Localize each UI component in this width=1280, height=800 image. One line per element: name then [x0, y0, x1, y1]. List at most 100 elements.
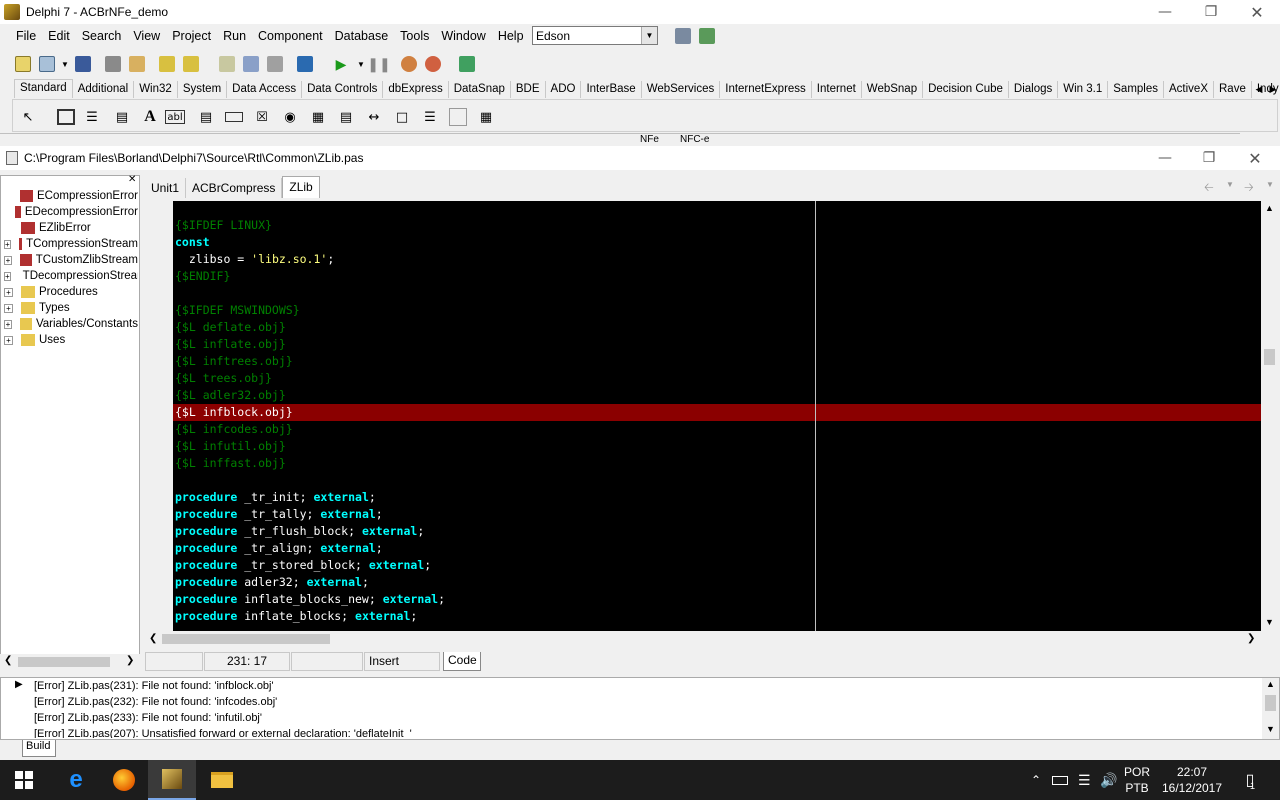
help-contents-icon[interactable]: [456, 53, 478, 75]
palette-tab-samples[interactable]: Samples: [1108, 81, 1164, 98]
nav-back-icon[interactable]: 🡠: [1204, 178, 1214, 199]
scrollbar-icon[interactable]: ↔: [363, 106, 385, 128]
save-all-icon[interactable]: [102, 53, 124, 75]
mainmenu-icon[interactable]: ☰: [81, 106, 103, 128]
palette-tab-bde[interactable]: BDE: [511, 81, 546, 98]
editor-gutter[interactable]: [145, 201, 173, 631]
firefox-icon[interactable]: [100, 760, 148, 800]
menu-database[interactable]: Database: [329, 29, 395, 43]
show-hidden-icons-icon[interactable]: ⌃: [1028, 760, 1044, 800]
tree-item[interactable]: + Types: [0, 300, 138, 316]
radiobutton-icon[interactable]: ◉: [279, 106, 301, 128]
save-icon[interactable]: [72, 53, 94, 75]
code-line[interactable]: const: [173, 234, 1261, 251]
code-line[interactable]: {$L infutil.obj}: [173, 438, 1261, 455]
radiogroup-icon[interactable]: ☰: [419, 106, 441, 128]
volume-icon[interactable]: 🔊: [1100, 760, 1117, 800]
palette-tab-dialogs[interactable]: Dialogs: [1009, 81, 1059, 98]
code-view-tab[interactable]: Code: [443, 652, 481, 671]
palette-tab-decision-cube[interactable]: Decision Cube: [923, 81, 1009, 98]
error-message[interactable]: [Error] ZLib.pas(231): File not found: '…: [34, 678, 274, 694]
build-tab[interactable]: Build: [22, 740, 56, 757]
code-line[interactable]: [173, 285, 1261, 302]
chevron-down-icon[interactable]: ▼: [1266, 180, 1274, 189]
error-highlighted-line[interactable]: {$L infblock.obj}: [173, 404, 1261, 421]
code-line[interactable]: procedure inflate_blocks; external;: [173, 608, 1261, 625]
palette-tab-data-access[interactable]: Data Access: [227, 81, 303, 98]
add-file-icon[interactable]: [156, 53, 178, 75]
combobox-icon[interactable]: ▤: [335, 106, 357, 128]
code-line[interactable]: zlibso = 'libz.so.1';: [173, 251, 1261, 268]
editor-vscroll[interactable]: ▲ ▼: [1261, 201, 1278, 631]
editor-close-icon[interactable]: ✕: [1232, 146, 1278, 170]
minimize-icon[interactable]: —: [1142, 0, 1188, 24]
view-form-icon[interactable]: [240, 53, 262, 75]
code-line[interactable]: procedure _tr_align; external;: [173, 540, 1261, 557]
step-over-icon[interactable]: [422, 53, 444, 75]
menu-edit[interactable]: Edit: [42, 29, 76, 43]
expand-plus-icon[interactable]: +: [4, 287, 13, 297]
menu-help[interactable]: Help: [492, 29, 530, 43]
palette-tab-datasnap[interactable]: DataSnap: [449, 81, 511, 98]
code-area[interactable]: {$IFDEF LINUX} const zlibso = 'libz.so.1'…: [173, 201, 1261, 631]
button-component-icon[interactable]: [223, 106, 245, 128]
code-line[interactable]: procedure inflate_blocks_new; external;: [173, 591, 1261, 608]
label-component-icon[interactable]: A: [139, 106, 161, 128]
palette-tab-additional[interactable]: Additional: [73, 81, 135, 98]
error-message[interactable]: [Error] ZLib.pas(207): Unsatisfied forwa…: [34, 726, 412, 738]
scroll-down-icon[interactable]: ▼: [1266, 724, 1275, 734]
expand-plus-icon[interactable]: +: [4, 319, 12, 329]
tab-acbrcompress[interactable]: ACBrCompress: [186, 178, 283, 198]
code-line[interactable]: {$IFDEF MSWINDOWS}: [173, 302, 1261, 319]
delphi-taskbar-icon[interactable]: [148, 760, 196, 800]
scroll-right-icon[interactable]: ❯: [1247, 633, 1255, 644]
error-message[interactable]: [Error] ZLib.pas(233): File not found: '…: [34, 710, 262, 726]
groupbox-icon[interactable]: □: [391, 106, 413, 128]
menu-run[interactable]: Run: [217, 29, 252, 43]
clock[interactable]: 22:07 16/12/2017: [1160, 760, 1224, 800]
close-icon[interactable]: ✕: [1234, 0, 1280, 24]
menu-component[interactable]: Component: [252, 29, 329, 43]
menu-view[interactable]: View: [127, 29, 166, 43]
scroll-up-icon[interactable]: ▲: [1265, 203, 1274, 213]
language-indicator[interactable]: POR PTB: [1124, 760, 1150, 800]
code-line[interactable]: {$L inftrees.obj}: [173, 353, 1261, 370]
chevron-down-icon[interactable]: ▼: [641, 27, 657, 44]
palette-tab-internetexpress[interactable]: InternetExpress: [720, 81, 812, 98]
code-line[interactable]: procedure _tr_init; external;: [173, 489, 1261, 506]
remove-file-icon[interactable]: [180, 53, 202, 75]
expand-plus-icon[interactable]: +: [4, 303, 13, 313]
expand-plus-icon[interactable]: +: [4, 335, 13, 345]
code-line[interactable]: {$L deflate.obj}: [173, 319, 1261, 336]
code-line[interactable]: {$IFDEF LINUX}: [173, 217, 1261, 234]
restore-icon[interactable]: ❐: [1188, 0, 1234, 24]
expand-plus-icon[interactable]: +: [4, 255, 12, 265]
open-file-icon[interactable]: [126, 53, 148, 75]
wifi-icon[interactable]: ☰: [1078, 760, 1091, 800]
pointer-icon[interactable]: ↖: [17, 106, 39, 128]
editor-minimize-icon[interactable]: —: [1142, 146, 1188, 170]
tree-item[interactable]: + TDecompressionStream: [0, 268, 138, 284]
tab-zlib[interactable]: ZLib: [282, 176, 320, 198]
set-debug-desktop-icon[interactable]: [696, 25, 718, 47]
code-line[interactable]: [173, 472, 1261, 489]
palette-tab-ado[interactable]: ADO: [546, 81, 582, 98]
palette-tab-websnap[interactable]: WebSnap: [862, 81, 924, 98]
menu-tools[interactable]: Tools: [394, 29, 435, 43]
menu-search[interactable]: Search: [76, 29, 128, 43]
notification-center-icon[interactable]: ▯: [1236, 760, 1264, 800]
checkbox-icon[interactable]: ☒: [251, 106, 273, 128]
explorer-close-icon[interactable]: ✕: [128, 174, 136, 185]
menu-window[interactable]: Window: [435, 29, 491, 43]
code-line[interactable]: {$L trees.obj}: [173, 370, 1261, 387]
listbox-icon[interactable]: ▦: [307, 106, 329, 128]
code-line[interactable]: {$L adler32.obj}: [173, 387, 1261, 404]
palette-tab-data-controls[interactable]: Data Controls: [302, 81, 384, 98]
panel-icon[interactable]: [447, 106, 469, 128]
code-line[interactable]: procedure adler32; external;: [173, 574, 1261, 591]
palette-tab-rave[interactable]: Rave: [1214, 81, 1252, 98]
scroll-left-icon[interactable]: ❮: [4, 655, 12, 666]
memo-icon[interactable]: ▤: [195, 106, 217, 128]
code-line[interactable]: procedure _tr_tally; external;: [173, 506, 1261, 523]
code-line[interactable]: procedure _tr_stored_block; external;: [173, 557, 1261, 574]
